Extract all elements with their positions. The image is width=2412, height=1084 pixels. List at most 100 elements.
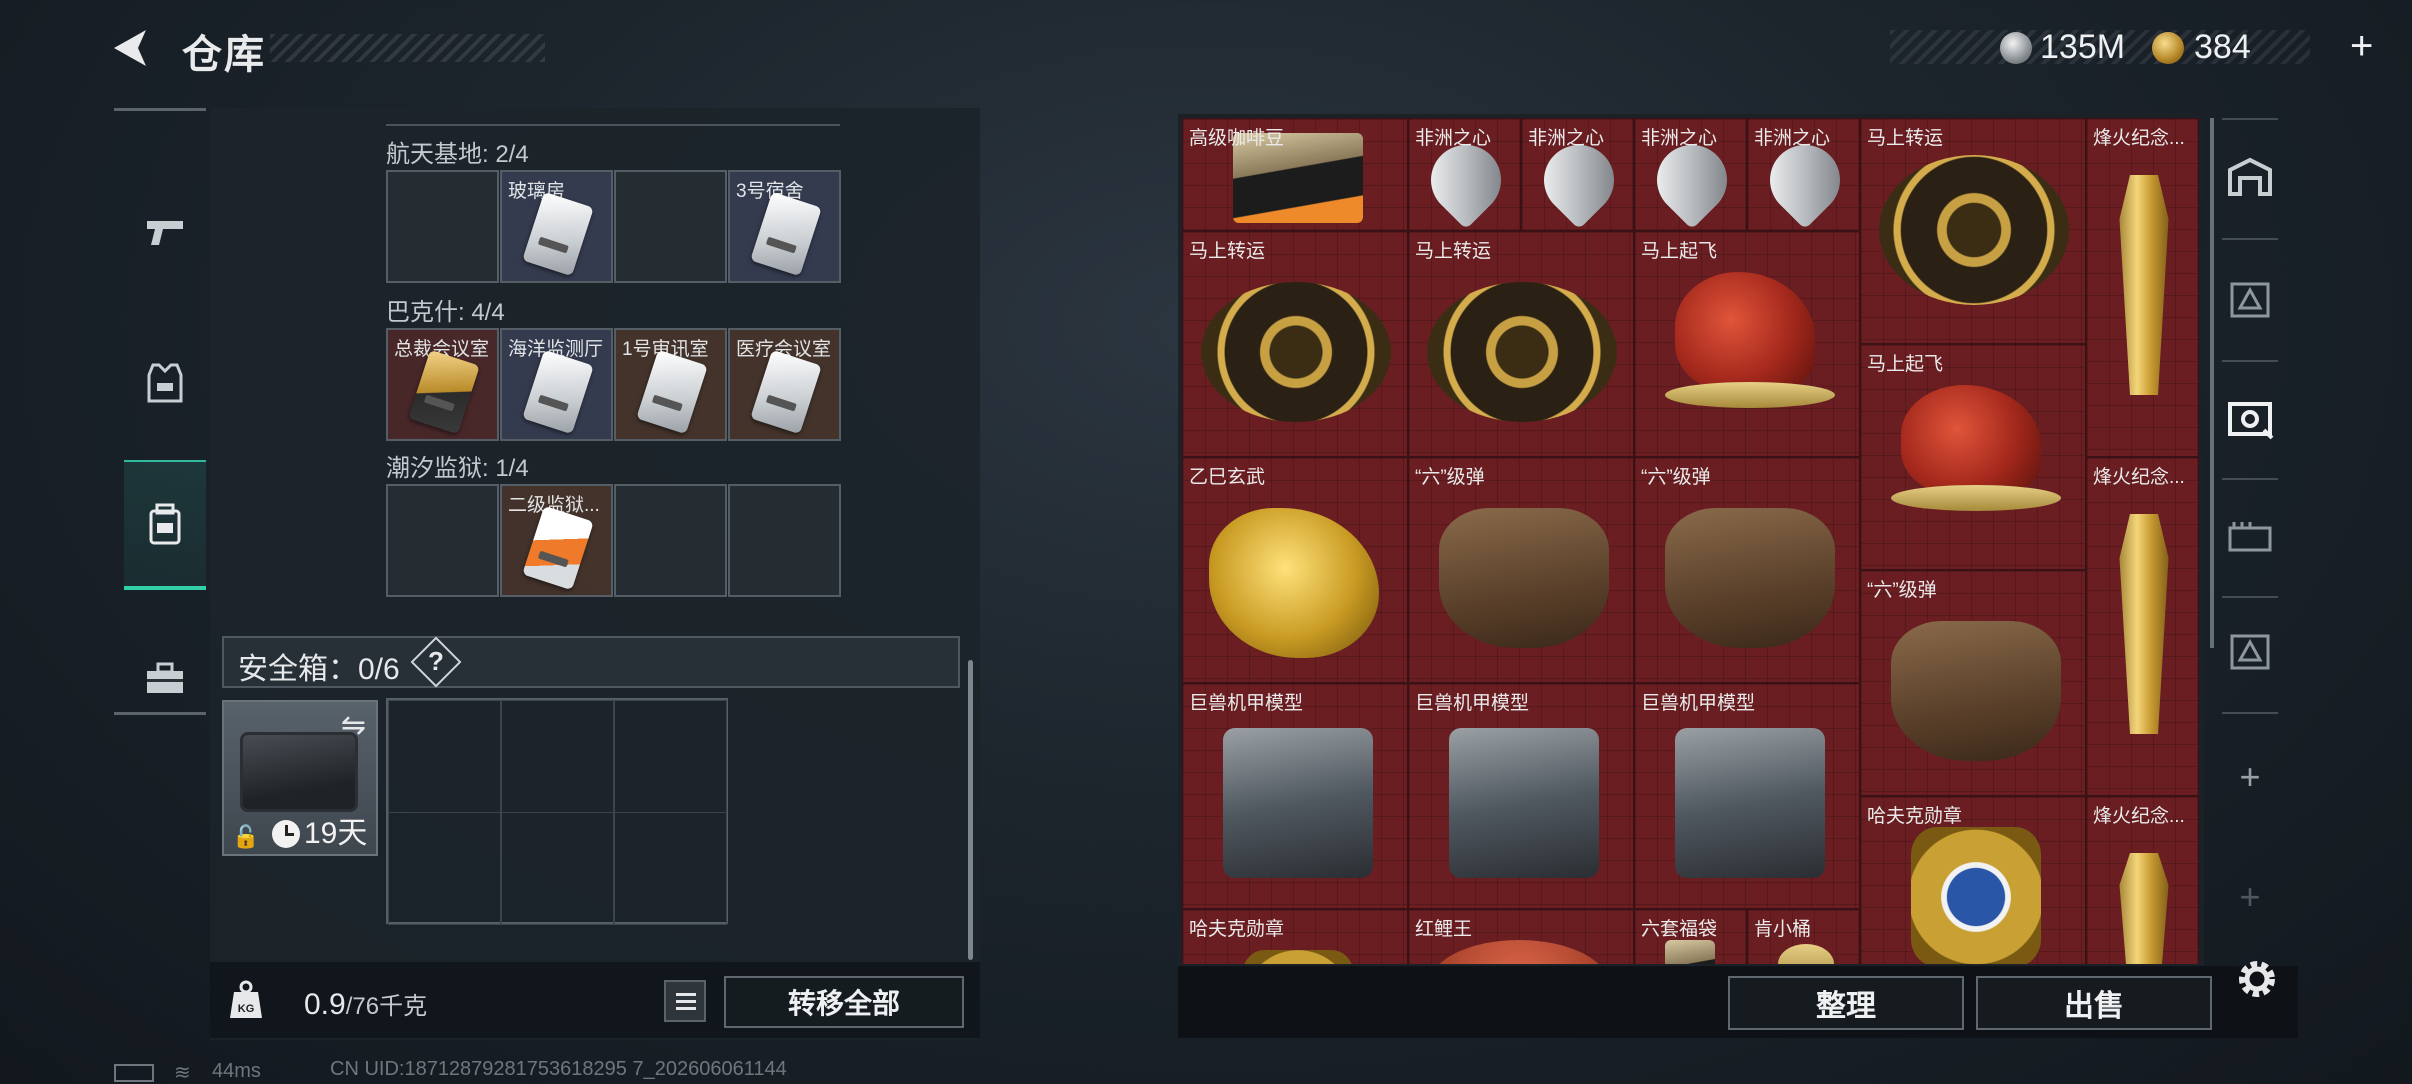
bronze-fist-image <box>1891 621 2061 761</box>
stash-item[interactable]: 红鲤王 <box>1408 909 1634 964</box>
stash-item[interactable]: 烽火纪念... <box>2086 118 2199 457</box>
keycard-slot[interactable]: 3号宿舍 <box>728 170 841 283</box>
tab-all-items[interactable] <box>2222 150 2278 206</box>
section-label-tidal-prison: 潮汐监狱: 1/4 <box>386 455 529 482</box>
gear-icon[interactable] <box>2234 956 2280 1002</box>
stash-item[interactable]: “六”级弹 <box>1860 570 2086 796</box>
item-label: 马上起飞 <box>1867 354 1944 375</box>
red-carp-image <box>1429 940 1609 964</box>
stash-item[interactable]: 马上转运 <box>1408 231 1634 457</box>
safe-slot[interactable] <box>388 700 501 813</box>
swap-icon[interactable]: ⇋ <box>341 708 366 743</box>
weight-readout: 0.9/76千克 <box>304 986 427 1022</box>
tab-category-1[interactable] <box>2222 272 2278 328</box>
stash-item[interactable]: 六套福袋 <box>1634 909 1747 964</box>
sort-button[interactable]: 整理 <box>1728 976 1964 1030</box>
title-decoration <box>270 34 545 62</box>
gold-amount: 384 <box>2194 28 2251 66</box>
keycard-slot[interactable] <box>386 170 499 283</box>
stash-item[interactable]: 马上起飞 <box>1634 231 1860 457</box>
keycard-slot[interactable]: 总裁会议室 <box>386 328 499 441</box>
stash-item[interactable]: 哈夫克勋章 <box>1182 909 1408 964</box>
item-label: 非洲之心 <box>1754 128 1831 149</box>
red-horse-image <box>1901 385 2041 495</box>
safe-case-icon <box>240 732 358 812</box>
stash-item[interactable]: 马上起飞 <box>1860 344 2086 570</box>
sidebar-item-weapons[interactable] <box>124 168 206 298</box>
safe-slot[interactable] <box>614 812 727 925</box>
stash-item[interactable]: 马上转运 <box>1860 118 2086 344</box>
safe-box-item[interactable]: ⇋ 🔓 19天 <box>222 700 378 856</box>
sidebar-divider <box>114 712 206 715</box>
tab-category-3[interactable] <box>2222 508 2278 564</box>
keycard-slot[interactable]: 医疗会议室 <box>728 328 841 441</box>
wifi-icon: ≋ <box>174 1062 191 1084</box>
add-currency-button[interactable]: + <box>2350 24 2373 69</box>
keycard-icon <box>750 191 822 277</box>
keycard-slot[interactable] <box>614 170 727 283</box>
toolbox-icon <box>147 662 183 693</box>
keycard-slot[interactable]: 1号审讯室 <box>614 328 727 441</box>
transfer-all-button[interactable]: 转移全部 <box>724 976 964 1028</box>
storage-scrollbar[interactable] <box>968 660 973 960</box>
weight-kg-icon: KG <box>230 980 262 1018</box>
stash-item[interactable]: 哈夫克勋章 <box>1860 796 2086 964</box>
stash-item[interactable]: “六”级弹 <box>1634 457 1860 683</box>
page-title: 仓库 <box>182 33 266 77</box>
back-arrow-icon[interactable] <box>110 26 154 70</box>
fortune-disc-image <box>1879 155 2069 305</box>
item-label: 马上转运 <box>1415 241 1492 262</box>
mech-model-image <box>1449 728 1599 878</box>
sidebar-item-supplies[interactable] <box>124 614 206 744</box>
trophy-pillar-image <box>2119 175 2169 395</box>
safe-slot[interactable] <box>501 700 614 813</box>
stash-item[interactable]: “六”级弹 <box>1408 457 1634 683</box>
stash-grid: 高级咖啡豆 非洲之心 非洲之心 非洲之心 非洲之心 马上转运 烽火纪念... 马… <box>1182 118 2200 964</box>
keycard-slot[interactable] <box>386 484 499 597</box>
armor-vest-icon <box>147 363 183 403</box>
stash-item[interactable]: 非洲之心 <box>1747 118 1860 231</box>
crate-rack-icon <box>2228 522 2272 552</box>
safe-slot[interactable] <box>501 812 614 925</box>
stash-item[interactable]: 巨兽机甲模型 <box>1182 683 1408 909</box>
item-label: 红鲤王 <box>1415 919 1473 940</box>
crate-eye-icon <box>2228 402 2274 440</box>
item-label: 烽火纪念... <box>2093 128 2185 149</box>
sell-button[interactable]: 出售 <box>1976 976 2212 1030</box>
tab-category-4[interactable] <box>2222 624 2278 680</box>
stash-item[interactable]: 烽火纪念... <box>2086 796 2199 964</box>
stash-item[interactable]: 巨兽机甲模型 <box>1634 683 1860 909</box>
item-label: “六”级弹 <box>1641 467 1711 488</box>
keycard-slot[interactable] <box>728 484 841 597</box>
stash-item[interactable]: 非洲之心 <box>1634 118 1747 231</box>
item-label: 马上起飞 <box>1641 241 1718 262</box>
stash-item[interactable]: 乙巳玄武 <box>1182 457 1408 683</box>
add-tab-button[interactable]: + <box>2222 756 2278 798</box>
keycard-slot[interactable]: 海洋监测厅 <box>500 328 613 441</box>
item-label: 六套福袋 <box>1641 919 1718 940</box>
item-label: 哈夫克勋章 <box>1189 919 1285 940</box>
stash-item[interactable]: 巨兽机甲模型 <box>1408 683 1634 909</box>
stash-item[interactable]: 非洲之心 <box>1408 118 1521 231</box>
sidebar-item-containers[interactable] <box>124 460 206 590</box>
weight-value: 0.9 <box>304 988 346 1021</box>
keycard-slot[interactable] <box>614 484 727 597</box>
tab-divider <box>2222 712 2278 714</box>
silver-amount: 135M <box>2040 28 2126 66</box>
section-label-aerospace: 航天基地: 2/4 <box>386 141 529 168</box>
tab-category-2[interactable] <box>2222 390 2278 446</box>
stash-item[interactable]: 马上转运 <box>1182 231 1408 457</box>
stash-item[interactable]: 烽火纪念... <box>2086 457 2199 796</box>
tab-divider <box>2222 118 2278 120</box>
mech-model-image <box>1223 728 1373 878</box>
safe-slot[interactable] <box>388 812 501 925</box>
stash-item[interactable]: 肯小桶 <box>1747 909 1860 964</box>
sidebar-item-armor[interactable] <box>124 318 206 448</box>
list-view-icon[interactable] <box>664 980 706 1022</box>
stash-item[interactable]: 非洲之心 <box>1521 118 1634 231</box>
keycard-slot[interactable]: 二级监狱... <box>500 484 613 597</box>
safe-slot[interactable] <box>614 700 727 813</box>
stash-item[interactable]: 高级咖啡豆 <box>1182 118 1408 231</box>
keycard-slot[interactable]: 玻璃房 <box>500 170 613 283</box>
crate-warning-icon <box>2230 282 2270 318</box>
